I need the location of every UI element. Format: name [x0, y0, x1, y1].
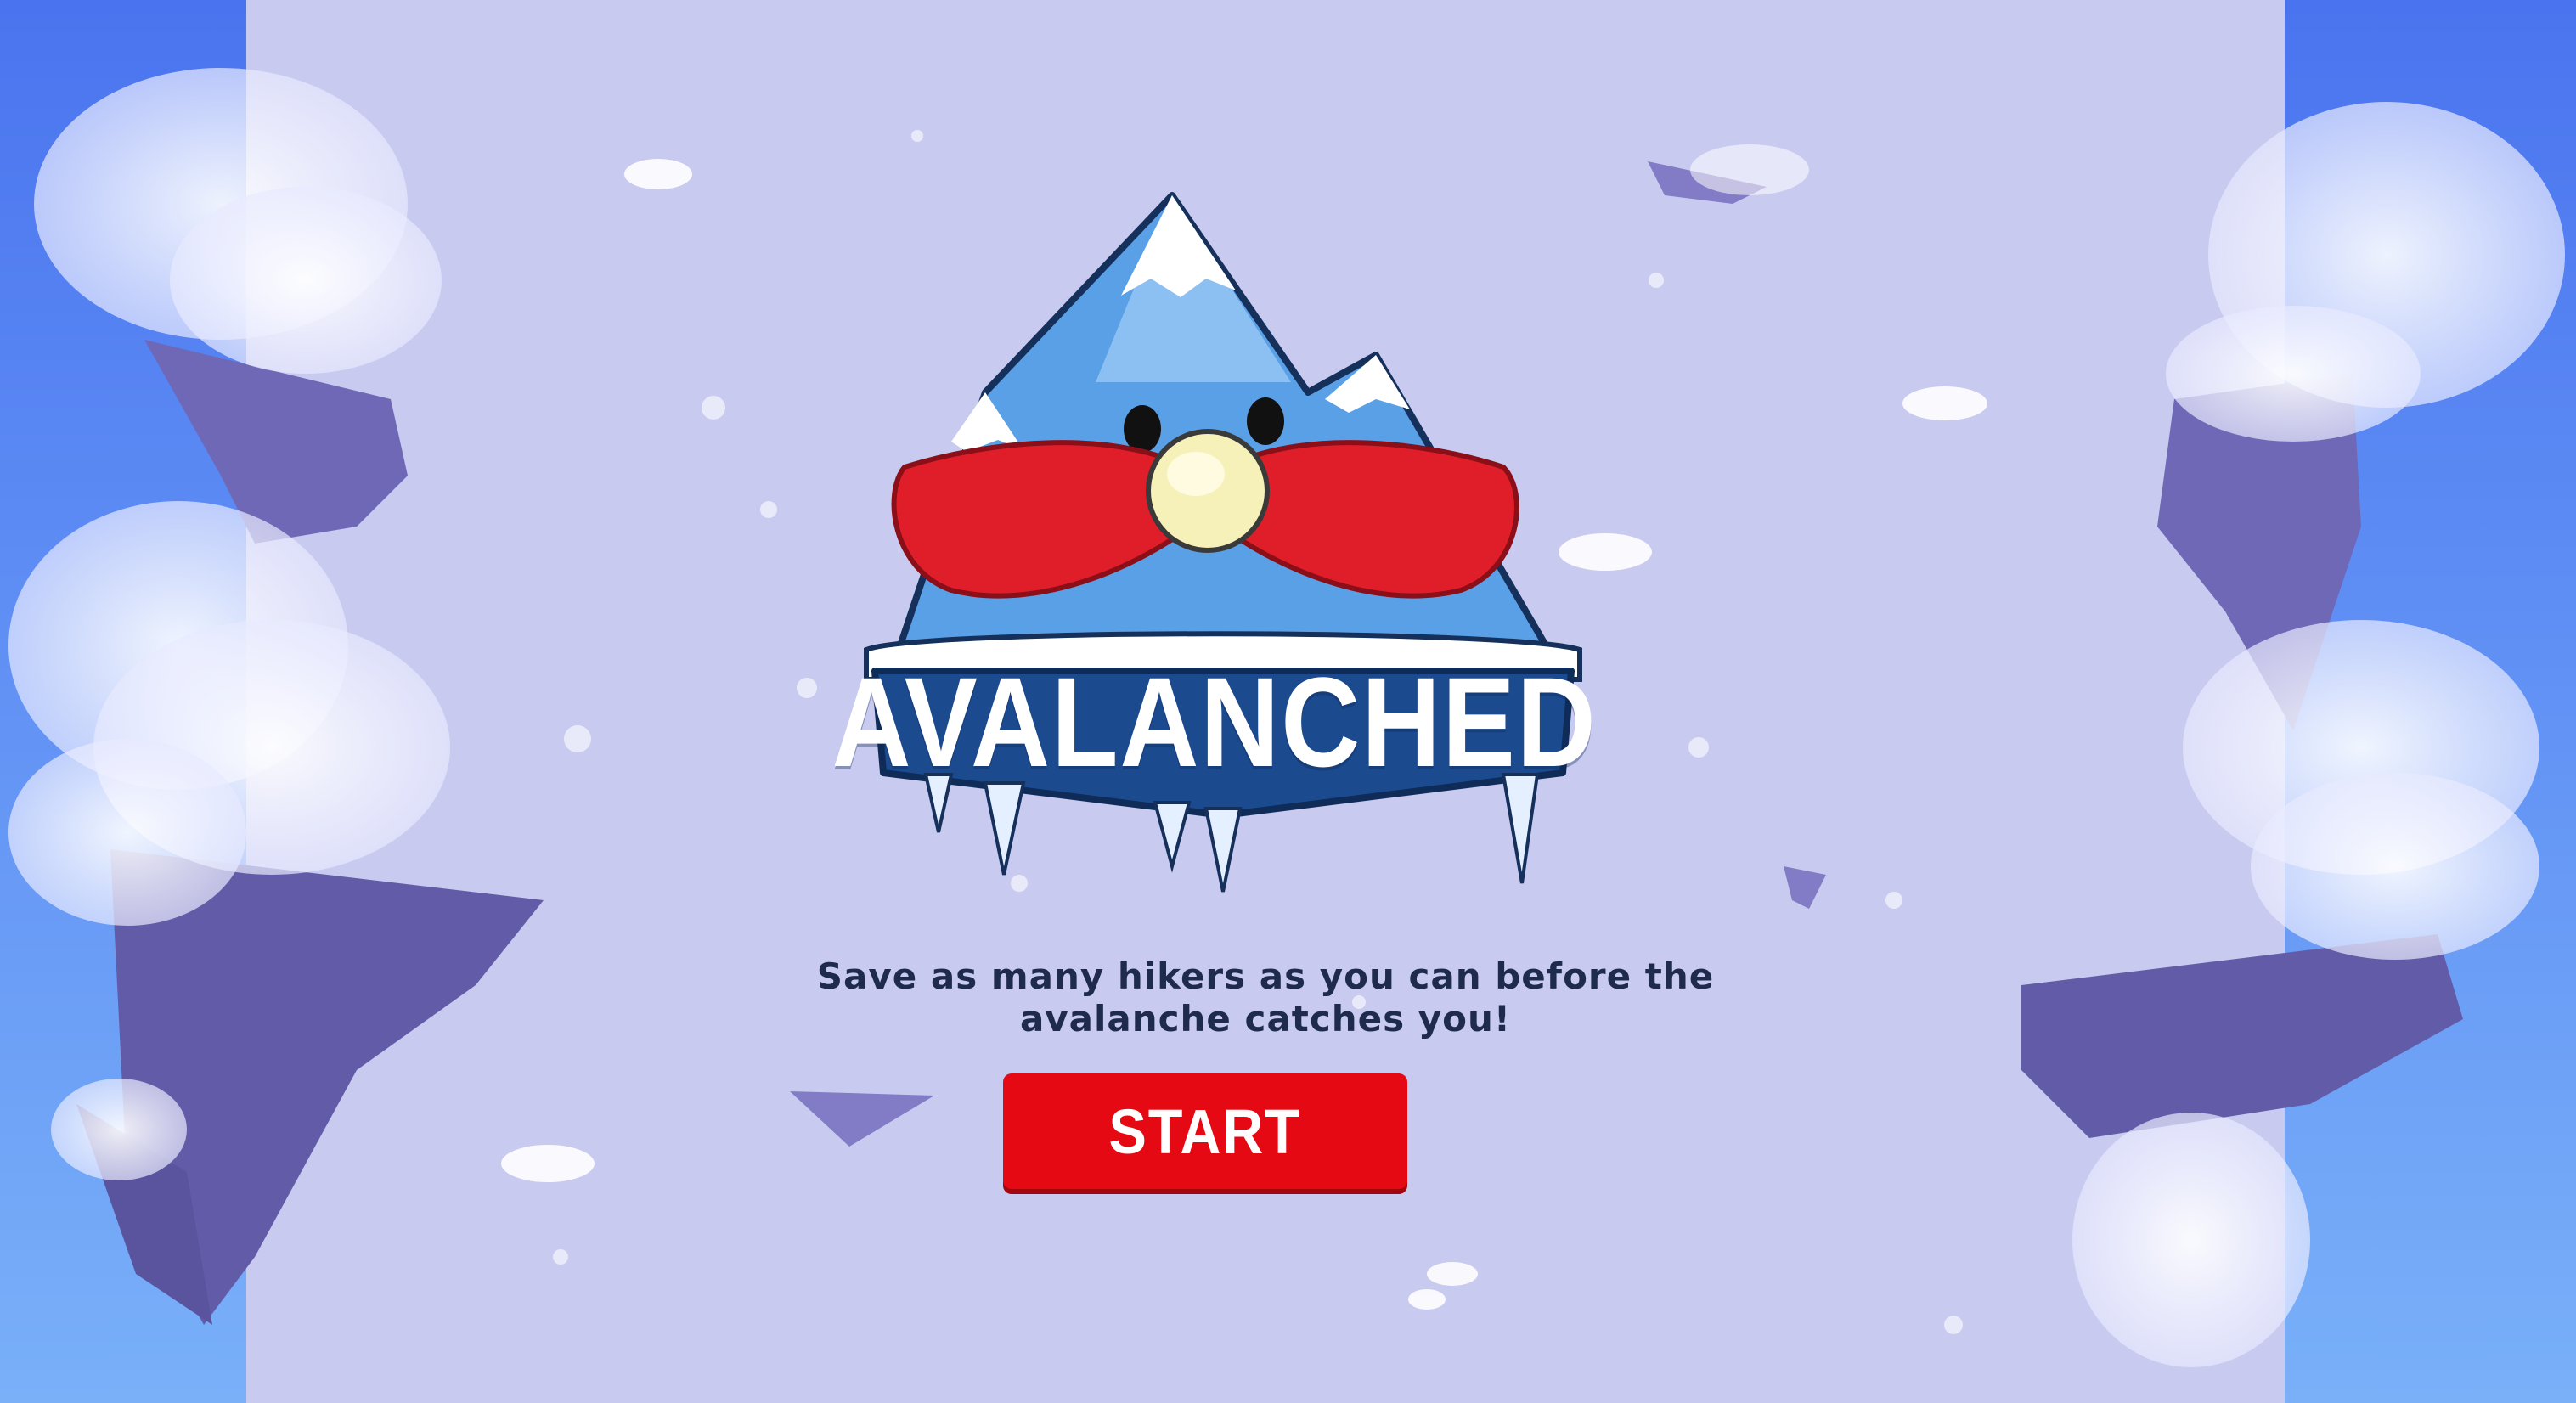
start-button[interactable]: START: [1003, 1073, 1407, 1189]
game-logo: AVALANCHED: [815, 170, 1631, 917]
game-tagline: Save as many hikers as you can before th…: [816, 955, 1715, 1040]
game-title: AVALANCHED: [831, 650, 1598, 793]
mountain-mascot-icon: [864, 192, 1582, 893]
start-button-label: START: [1108, 1096, 1302, 1167]
